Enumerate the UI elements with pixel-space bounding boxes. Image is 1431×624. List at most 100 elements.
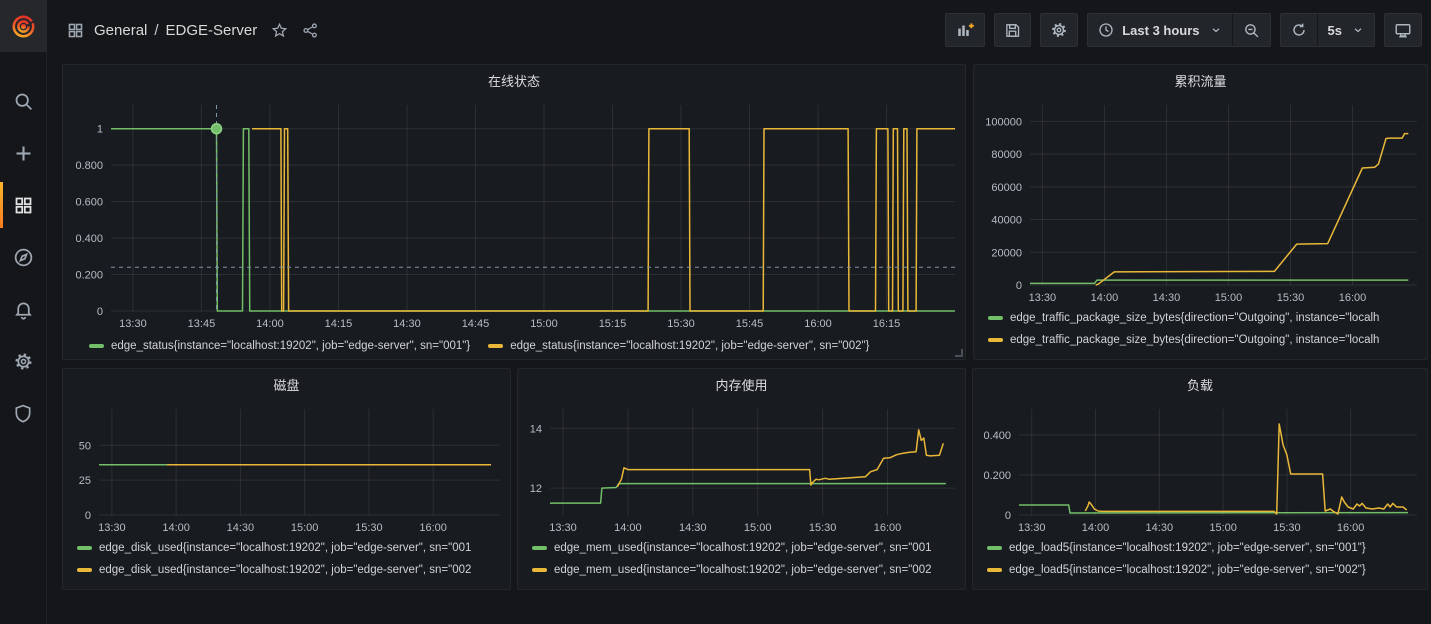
breadcrumb-dashboard-title[interactable]: EDGE-Server [166,22,258,39]
breadcrumb-folder[interactable]: General [94,22,147,39]
svg-text:16:00: 16:00 [419,522,447,534]
breadcrumb: General / EDGE-Server [67,22,319,39]
share-dashboard-button[interactable] [302,22,319,39]
dashboard-settings-button[interactable] [1040,13,1078,47]
legend-label: edge_status{instance="localhost:19202", … [510,340,869,352]
legend-item[interactable]: edge_load5{instance="localhost:19202", j… [987,537,1427,559]
svg-text:16:00: 16:00 [804,318,832,330]
panel-header[interactable]: 内存使用 [518,369,965,399]
memory-usage-chart[interactable]: 13:3014:0014:3015:0015:3016:001214 [518,399,965,537]
svg-text:14: 14 [530,423,542,435]
refresh-interval-dropdown[interactable]: 5s [1317,14,1374,46]
svg-text:15:30: 15:30 [809,522,837,534]
sidebar-item-configuration[interactable] [0,348,46,374]
sidebar-item-create[interactable] [0,140,46,166]
cycle-view-mode-button[interactable] [1384,13,1422,47]
svg-text:0.200: 0.200 [75,270,103,282]
sidebar-item-server-admin[interactable] [0,400,46,426]
load-chart[interactable]: 13:3014:0014:3015:0015:3016:0000.2000.40… [973,399,1427,537]
clock-icon [1098,22,1114,38]
svg-text:14:45: 14:45 [462,318,490,330]
panel-title[interactable]: 累积流量 [1174,71,1226,90]
panel-resize-handle[interactable] [955,349,963,357]
panel-header[interactable]: 在线状态 [63,65,965,95]
svg-text:80000: 80000 [991,149,1022,161]
dashboards-grid-icon [13,195,34,216]
save-dashboard-button[interactable] [994,13,1031,47]
svg-text:16:00: 16:00 [1337,522,1365,534]
legend-item[interactable]: edge_load5{instance="localhost:19202", j… [987,559,1427,581]
svg-text:15:00: 15:00 [1209,522,1237,534]
svg-text:0.800: 0.800 [75,160,103,172]
legend-item[interactable]: edge_mem_used{instance="localhost:19202"… [532,537,965,559]
legend-item[interactable]: edge_status{instance="localhost:19202", … [488,333,869,359]
sidebar [0,0,47,624]
svg-text:15:45: 15:45 [736,318,764,330]
grafana-logo[interactable] [0,0,47,52]
series-color-swatch [532,546,547,550]
gear-icon [13,351,34,372]
panel-title[interactable]: 磁盘 [273,375,299,394]
panel-online-status: 在线状态 13:3013:4514:0014:1514:3014:4515:00… [62,64,966,360]
svg-text:13:30: 13:30 [549,522,577,534]
svg-text:13:30: 13:30 [1018,522,1046,534]
svg-text:0: 0 [85,510,91,522]
cumulative-traffic-chart[interactable]: 13:3014:0014:3015:0015:3016:000200004000… [974,95,1427,307]
refresh-button[interactable] [1281,14,1317,46]
chevron-down-icon [1352,24,1364,36]
panel-cumulative-traffic: 累积流量 13:3014:0014:3015:0015:3016:0002000… [973,64,1428,360]
svg-text:0.200: 0.200 [983,470,1011,482]
legend-item[interactable]: edge_traffic_package_size_bytes{directio… [988,307,1427,329]
svg-text:15:00: 15:00 [1215,292,1243,304]
svg-text:14:30: 14:30 [679,522,707,534]
svg-text:15:00: 15:00 [530,318,558,330]
series-color-swatch [77,568,92,572]
panel-load: 负载 13:3014:0014:3015:0015:3016:0000.2000… [972,368,1428,590]
sidebar-item-search[interactable] [0,88,46,114]
legend-label: edge_mem_used{instance="localhost:19202"… [554,542,931,554]
panel-title[interactable]: 内存使用 [715,375,767,394]
series-color-swatch [987,546,1002,550]
legend-item[interactable]: edge_mem_used{instance="localhost:19202"… [532,559,965,581]
series-color-swatch [988,316,1003,320]
legend-item[interactable]: edge_status{instance="localhost:19202", … [89,333,470,359]
legend-item[interactable]: edge_traffic_package_size_bytes{directio… [988,329,1427,351]
legend-item[interactable]: edge_disk_used{instance="localhost:19202… [77,537,510,559]
panel-legend: edge_status{instance="localhost:19202", … [63,333,965,359]
search-icon [13,91,34,112]
gear-icon [1050,21,1068,39]
time-range-picker[interactable]: Last 3 hours [1088,14,1231,46]
sidebar-item-alerting[interactable] [0,296,46,322]
svg-text:13:30: 13:30 [98,522,126,534]
legend-label: edge_status{instance="localhost:19202", … [111,340,470,352]
panel-title[interactable]: 负载 [1187,375,1213,394]
svg-text:16:15: 16:15 [873,318,901,330]
sidebar-item-dashboards[interactable] [0,192,46,218]
svg-text:15:00: 15:00 [291,522,319,534]
panel-title[interactable]: 在线状态 [488,71,540,90]
online-status-chart[interactable]: 13:3013:4514:0014:1514:3014:4515:0015:15… [63,95,965,333]
add-panel-button[interactable] [945,13,985,47]
panel-header[interactable]: 磁盘 [63,369,510,399]
svg-text:15:30: 15:30 [1277,292,1305,304]
breadcrumb-separator: / [154,22,158,39]
refresh-interval-label: 5s [1328,23,1342,38]
mark-favorite-button[interactable] [271,22,288,39]
disk-chart[interactable]: 13:3014:0014:3015:0015:3016:0002550 [63,399,510,537]
series-color-swatch [988,338,1003,342]
legend-label: edge_load5{instance="localhost:19202", j… [1009,542,1366,554]
svg-text:15:30: 15:30 [667,318,695,330]
series-color-swatch [488,344,503,348]
chart-area: 13:3014:0014:3015:0015:3016:0002550 [63,399,510,537]
svg-text:14:00: 14:00 [614,522,642,534]
svg-text:15:30: 15:30 [355,522,383,534]
save-icon [1004,22,1021,39]
svg-text:14:00: 14:00 [1091,292,1119,304]
legend-item[interactable]: edge_disk_used{instance="localhost:19202… [77,559,510,581]
zoom-out-time-button[interactable] [1232,14,1270,46]
navbar: General / EDGE-Server Last 3 hours [47,0,1431,60]
panel-header[interactable]: 累积流量 [974,65,1427,95]
sidebar-item-explore[interactable] [0,244,46,270]
svg-text:14:30: 14:30 [1153,292,1181,304]
panel-header[interactable]: 负载 [973,369,1427,399]
